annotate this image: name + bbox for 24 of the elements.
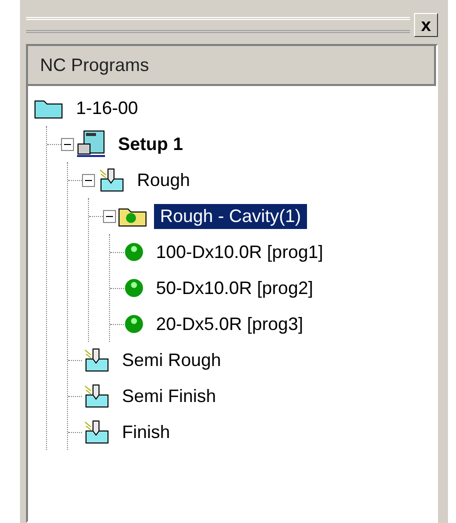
expand-toggle[interactable] (82, 174, 95, 186)
expand-toggle[interactable] (61, 138, 74, 150)
tree-item[interactable]: 1-16-00 (70, 96, 144, 120)
tool-icon (97, 167, 125, 193)
tree-item[interactable]: Setup 1 (112, 132, 190, 156)
sphere-icon (124, 314, 144, 334)
expand-toggle[interactable] (103, 210, 116, 222)
tree-item[interactable]: 20-Dx5.0R [prog3] (150, 312, 310, 336)
grip-bar[interactable] (26, 17, 410, 33)
tree-item[interactable]: Semi Rough (116, 348, 228, 372)
sphere-icon (124, 242, 144, 262)
tree-item[interactable]: Finish (116, 420, 176, 444)
tree-item[interactable]: Rough - Cavity(1) (154, 204, 308, 228)
tree-item[interactable]: 100-Dx10.0R [prog1] (150, 240, 330, 264)
sphere-icon (124, 278, 144, 298)
tool-icon (82, 347, 110, 373)
tree-item[interactable]: Semi Finish (116, 384, 222, 408)
tree-item[interactable]: 50-Dx10.0R [prog2] (150, 276, 320, 300)
column-header: NC Programs (28, 46, 436, 86)
tool-icon (82, 419, 110, 445)
tree-item[interactable]: Rough (131, 168, 196, 192)
tool-icon (82, 383, 110, 409)
machine-icon (76, 130, 106, 158)
close-button[interactable]: x (414, 13, 438, 37)
